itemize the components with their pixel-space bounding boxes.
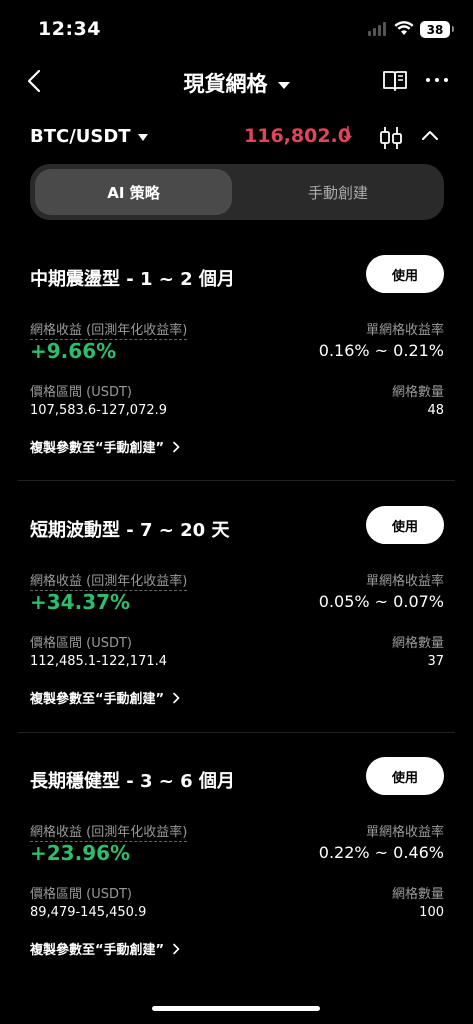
per-grid-label: 單網格收益率 (365, 323, 444, 338)
caret-down-icon[interactable] (138, 134, 148, 141)
grid-count-value: 100 (419, 905, 444, 920)
copy-params-link[interactable]: 複製參數至“手動創建” (30, 688, 180, 707)
tab-manual-create[interactable]: 手動創建 (237, 169, 439, 215)
copy-params-label: 複製參數至“手動創建” (30, 943, 165, 958)
grid-count-label: 網格數量 (391, 887, 444, 902)
use-button[interactable]: 使用 (366, 255, 444, 293)
pair-row: BTC/USDT 116,802.0 ↓ (0, 120, 473, 156)
copy-params-label: 複製參數至“手動創建” (30, 692, 165, 707)
pair-selector[interactable]: BTC/USDT (30, 126, 131, 147)
strategy-title: 中期震盪型 - 1 ~ 2 個月 (30, 269, 235, 290)
price-range-value: 112,485.1-122,171.4 (30, 654, 168, 669)
page-title: 現貨網格 (183, 72, 268, 96)
strategy-title: 短期波動型 - 7 ~ 20 天 (30, 520, 230, 541)
strategy-card: 短期波動型 - 7 ~ 20 天 使用 網格收益 (回測年化收益率) +34.3… (0, 506, 473, 738)
candlestick-chart-icon[interactable] (378, 125, 404, 151)
cellular-signal-icon (368, 22, 386, 36)
grid-count-value: 37 (427, 654, 444, 669)
copy-params-label: 複製參數至“手動創建” (30, 441, 165, 456)
per-grid-value: 0.16% ~ 0.21% (318, 341, 444, 360)
grid-count-label: 網格數量 (391, 636, 444, 651)
chevron-right-icon (173, 692, 180, 703)
divider (18, 732, 455, 733)
yield-value: +23.96% (30, 841, 131, 865)
yield-label[interactable]: 網格收益 (回測年化收益率) (30, 319, 188, 340)
use-button[interactable]: 使用 (366, 506, 444, 544)
copy-params-link[interactable]: 複製參數至“手動創建” (30, 437, 180, 456)
use-button[interactable]: 使用 (366, 757, 444, 795)
copy-params-link[interactable]: 複製參數至“手動創建” (30, 939, 180, 958)
per-grid-value: 0.05% ~ 0.07% (318, 592, 444, 611)
price-range-label: 價格區間 (USDT) (30, 636, 132, 651)
strategy-card: 中期震盪型 - 1 ~ 2 個月 使用 網格收益 (回測年化收益率) +9.66… (0, 255, 473, 487)
per-grid-label: 單網格收益率 (365, 825, 444, 840)
yield-value: +9.66% (30, 339, 117, 363)
wifi-icon (394, 21, 414, 35)
chevron-up-icon[interactable] (420, 128, 440, 142)
price-range-value: 89,479-145,450.9 (30, 905, 147, 920)
strategy-title: 長期穩健型 - 3 ~ 6 個月 (30, 771, 235, 792)
price-range-value: 107,583.6-127,072.9 (30, 403, 168, 418)
chevron-right-icon (173, 943, 180, 954)
strategy-tabs: AI 策略 手動創建 (30, 164, 444, 220)
yield-value: +34.37% (30, 590, 131, 614)
price-down-arrow-icon: ↓ (340, 123, 356, 145)
nav-bar: 現貨網格 (0, 58, 473, 104)
home-indicator[interactable] (152, 1006, 320, 1011)
strategy-card: 長期穩健型 - 3 ~ 6 個月 使用 網格收益 (回測年化收益率) +23.9… (0, 757, 473, 989)
price-range-label: 價格區間 (USDT) (30, 385, 132, 400)
yield-label[interactable]: 網格收益 (回測年化收益率) (30, 821, 188, 842)
grid-count-label: 網格數量 (391, 385, 444, 400)
battery-icon: 38 (420, 21, 454, 38)
more-options-icon[interactable] (426, 78, 448, 82)
tab-ai-strategy[interactable]: AI 策略 (35, 169, 232, 215)
yield-label[interactable]: 網格收益 (回測年化收益率) (30, 570, 188, 591)
status-time: 12:34 (38, 18, 101, 40)
book-icon[interactable] (382, 69, 408, 93)
per-grid-value: 0.22% ~ 0.46% (318, 843, 444, 862)
status-bar: 12:34 38 (0, 0, 473, 60)
grid-count-value: 48 (427, 403, 444, 418)
last-price: 116,802.0 (244, 125, 351, 147)
divider (18, 480, 455, 481)
chevron-right-icon (173, 441, 180, 452)
per-grid-label: 單網格收益率 (365, 574, 444, 589)
price-range-label: 價格區間 (USDT) (30, 887, 132, 902)
caret-down-icon (277, 81, 290, 89)
